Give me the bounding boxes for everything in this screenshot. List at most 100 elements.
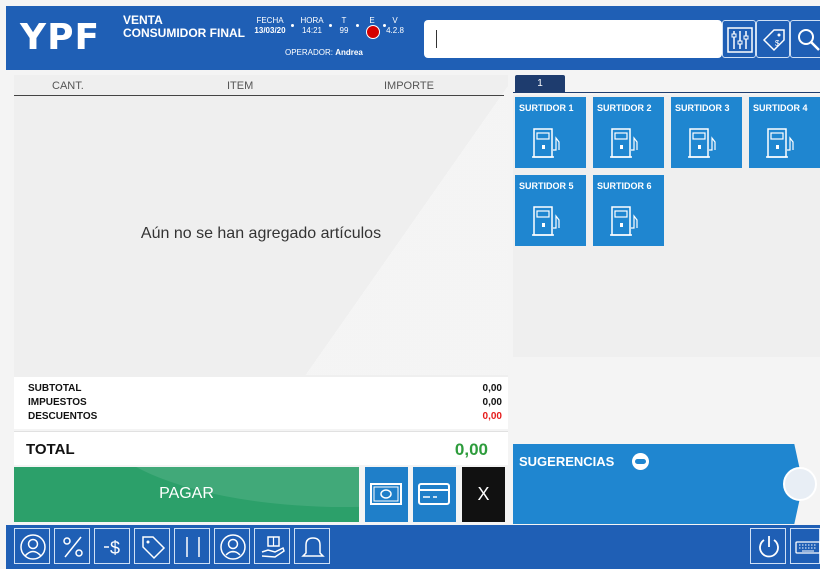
fuel-pump-icon: [610, 128, 638, 158]
version-label: V: [392, 16, 398, 25]
discount-button[interactable]: [54, 528, 90, 564]
total-label: TOTAL: [26, 441, 75, 458]
keyboard-icon: [795, 541, 820, 554]
time-label: HORA: [300, 16, 324, 25]
suggestions-expand-button[interactable]: [783, 467, 817, 501]
taxes-value: 0,00: [482, 397, 502, 408]
card-icon: [418, 483, 450, 505]
barcode-icon: [186, 537, 200, 557]
pump-button-3[interactable]: SURTIDOR 3: [671, 97, 742, 168]
tag-button[interactable]: [134, 528, 170, 564]
power-button[interactable]: [750, 528, 786, 564]
sale-type: VENTA CONSUMIDOR FINAL: [123, 14, 245, 40]
fuel-pump-icon: [532, 128, 560, 158]
discounts-label: DESCUENTOS: [28, 411, 98, 422]
search-button[interactable]: [790, 20, 820, 58]
percent-icon: [63, 536, 83, 558]
header-bar: YPF VENTA CONSUMIDOR FINAL FECHA 13/03/2…: [6, 6, 820, 70]
discounts-row: DESCUENTOS 0,00: [28, 411, 502, 422]
operator-name: Andrea: [335, 48, 363, 57]
column-header-item: ITEM: [227, 80, 254, 92]
pump-grid: SURTIDOR 1 SURTIDOR 2 SURTIDOR 3 SURTIDO…: [513, 95, 820, 357]
suggestions-toggle-icon[interactable]: [632, 453, 649, 470]
suggestions-panel[interactable]: SUGERENCIAS: [513, 444, 803, 524]
gift-button[interactable]: [254, 528, 290, 564]
date-value: 13/03/20: [254, 26, 286, 35]
t-value: 99: [339, 26, 349, 35]
total-bar: TOTAL 0,00: [14, 431, 508, 465]
time-info: HORA 14:21: [298, 16, 326, 36]
fuel-pump-icon: [688, 128, 716, 158]
separator-dot: [291, 24, 294, 27]
money-icon: $: [104, 538, 120, 558]
power-icon: [759, 536, 779, 558]
gift-icon: [261, 536, 285, 558]
pay-button[interactable]: PAGAR: [14, 467, 359, 522]
subtotal-value: 0,00: [482, 383, 502, 394]
settings-sliders-icon: [727, 27, 753, 53]
ypf-logo: YPF: [20, 17, 101, 58]
barcode-button[interactable]: [174, 528, 210, 564]
customer-button[interactable]: [14, 528, 50, 564]
svg-text:$: $: [775, 39, 780, 48]
pump-button-4[interactable]: SURTIDOR 4: [749, 97, 820, 168]
fuel-pump-icon: [610, 206, 638, 236]
separator-dot: [329, 24, 332, 27]
pump-label: SURTIDOR 3: [675, 103, 730, 113]
discounts-value: 0,00: [482, 411, 502, 422]
empty-items-message: Aún no se han agregado artículos: [140, 225, 382, 242]
separator-dot: [356, 24, 359, 27]
notifications-button[interactable]: [294, 528, 330, 564]
subtotal-label: SUBTOTAL: [28, 383, 82, 394]
operator-info: OPERADOR: Andrea: [285, 48, 363, 57]
operator-label: OPERADOR:: [285, 48, 334, 57]
total-value: 0,00: [454, 440, 488, 459]
svg-text:$: $: [110, 538, 120, 558]
pump-button-5[interactable]: SURTIDOR 5: [515, 175, 586, 246]
pay-button-label: PAGAR: [159, 485, 214, 502]
price-tag-icon: $: [762, 29, 785, 52]
cash-icon: [370, 483, 402, 505]
tab-pump-group-1[interactable]: 1: [515, 75, 565, 92]
version-value: 4.2.8: [386, 26, 404, 35]
price-tag-button[interactable]: $: [756, 20, 790, 58]
search-icon: [798, 29, 820, 51]
status-indicator: [366, 25, 380, 39]
pump-button-2[interactable]: SURTIDOR 2: [593, 97, 664, 168]
pump-label: SURTIDOR 2: [597, 103, 652, 113]
suggestions-label: SUGERENCIAS: [519, 454, 615, 469]
tag-icon: [142, 536, 166, 560]
taxes-row: IMPUESTOS 0,00: [28, 397, 502, 408]
taxes-label: IMPUESTOS: [28, 397, 87, 408]
header-divider: [14, 95, 504, 96]
date-label: FECHA: [256, 16, 284, 25]
search-input[interactable]: [424, 20, 722, 58]
pump-label: SURTIDOR 5: [519, 181, 574, 191]
time-value: 14:21: [301, 26, 323, 35]
pump-tabs: 1: [513, 75, 820, 95]
pump-label: SURTIDOR 6: [597, 181, 652, 191]
cash-payment-button[interactable]: [365, 467, 408, 522]
cancel-button[interactable]: X: [462, 467, 505, 522]
settings-button[interactable]: [722, 20, 756, 58]
sale-type-line2: CONSUMIDOR FINAL: [123, 26, 245, 40]
version-info: V 4.2.8: [384, 16, 406, 36]
bell-icon: [301, 537, 325, 557]
t-label: T: [341, 16, 347, 25]
pos-screen: YPF VENTA CONSUMIDOR FINAL FECHA 13/03/2…: [0, 0, 820, 569]
totals-panel: SUBTOTAL 0,00 IMPUESTOS 0,00 DESCUENTOS …: [14, 377, 508, 429]
card-payment-button[interactable]: [413, 467, 456, 522]
t-info: T 99: [336, 16, 352, 36]
pump-label: SURTIDOR 1: [519, 103, 574, 113]
keyboard-button[interactable]: [790, 528, 820, 564]
pump-button-6[interactable]: SURTIDOR 6: [593, 175, 664, 246]
fuel-pump-icon: [766, 128, 794, 158]
date-info: FECHA 13/03/20: [252, 16, 288, 36]
money-button[interactable]: $: [94, 528, 130, 564]
attendant-button[interactable]: [214, 528, 250, 564]
column-header-quantity: CANT.: [52, 80, 84, 92]
pump-label: SURTIDOR 4: [753, 103, 808, 113]
pump-button-1[interactable]: SURTIDOR 1: [515, 97, 586, 168]
tab-divider: [513, 92, 820, 93]
text-caret: [436, 30, 437, 48]
